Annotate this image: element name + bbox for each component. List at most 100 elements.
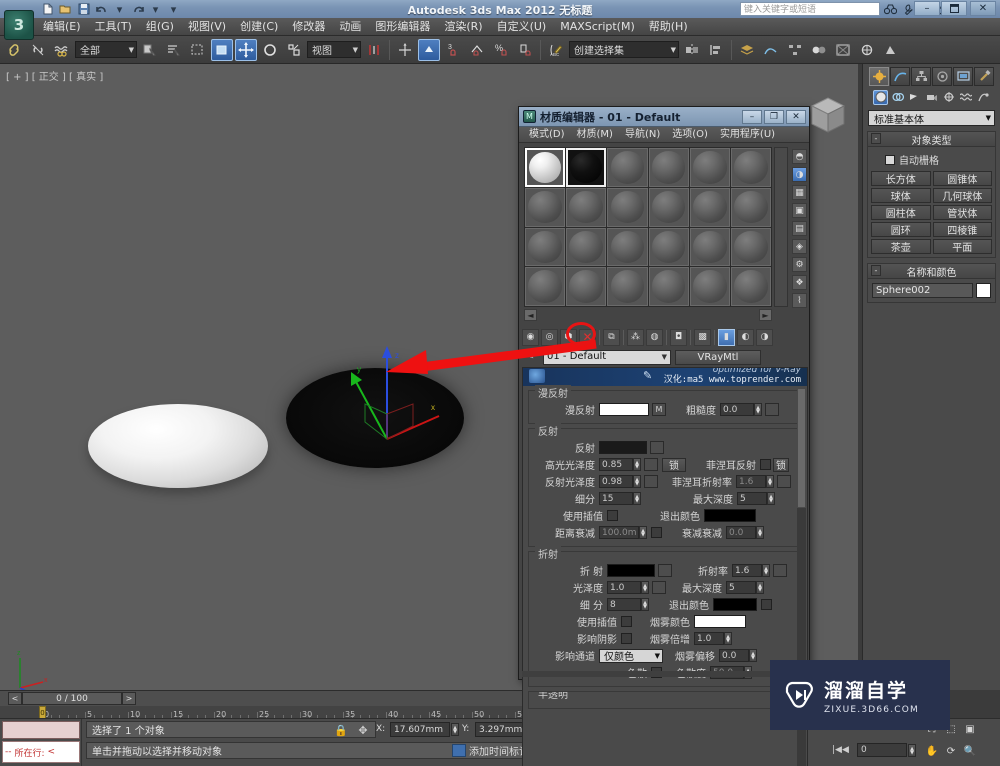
schematic-view-icon[interactable] — [784, 39, 806, 61]
x-coord-field[interactable]: 17.607mm — [390, 722, 450, 737]
refract-map-button[interactable] — [658, 564, 672, 577]
reflect-map-button[interactable] — [650, 441, 664, 454]
app-logo-icon[interactable]: 3 — [4, 10, 34, 40]
refract-color-swatch[interactable] — [607, 564, 655, 577]
material-slot[interactable] — [525, 148, 566, 187]
dim-fall-off-field[interactable]: 0.0 — [726, 526, 756, 539]
backlight-icon[interactable]: ◑ — [792, 167, 807, 182]
create-box-button[interactable]: 长方体 — [871, 171, 931, 186]
material-editor-close[interactable]: ✕ — [786, 109, 806, 124]
customize-qat-icon[interactable]: ▾ — [166, 2, 181, 17]
fog-bias-spinner[interactable]: ▲ ▼ — [749, 649, 757, 662]
current-frame-input[interactable]: 0 — [857, 743, 907, 757]
material-slot[interactable] — [730, 187, 771, 227]
fresnel-ior-spinner[interactable]: ▲ ▼ — [766, 475, 774, 488]
select-link-icon[interactable] — [3, 39, 25, 61]
snap-3d-icon[interactable]: 3 — [442, 39, 464, 61]
material-slot[interactable] — [607, 148, 648, 187]
glossiness-lock-button[interactable]: 锁 — [662, 457, 686, 472]
systems-subtab[interactable] — [975, 90, 990, 105]
material-editor-icon[interactable] — [808, 39, 830, 61]
refract-exit-color-checkbox[interactable] — [761, 599, 772, 610]
reflection-subdivs-field[interactable]: 15 — [599, 492, 633, 505]
refract-subdivs-field[interactable]: 8 — [607, 598, 641, 611]
material-slot[interactable] — [689, 148, 730, 187]
view-cube[interactable] — [806, 92, 850, 142]
hilight-glossiness-spinner[interactable]: ▲ ▼ — [633, 458, 641, 471]
material-slot[interactable] — [607, 187, 648, 227]
white-ellipsoid-object[interactable] — [88, 404, 268, 488]
slot-vertical-scrollbar[interactable] — [774, 147, 788, 307]
cameras-subtab[interactable] — [924, 90, 939, 105]
material-parameters-panel[interactable]: ✎ optimized for V-Ray 汉化:ma5 www.toprend… — [522, 367, 808, 766]
lights-subtab[interactable] — [907, 90, 922, 105]
fresnel-ior-field[interactable]: 1.6 — [736, 475, 766, 488]
material-slot[interactable] — [525, 267, 566, 306]
ior-map-button[interactable] — [773, 564, 787, 577]
fog-multiplier-field[interactable]: 1.0 — [694, 632, 724, 645]
spinner-snap-icon[interactable] — [514, 39, 536, 61]
create-pyramid-button[interactable]: 四棱锥 — [932, 222, 992, 237]
fresnel-lock-button[interactable]: 锁 — [773, 457, 789, 472]
selection-lock-icon[interactable]: 🔒 — [334, 723, 348, 737]
reflection-interpolation-checkbox[interactable] — [607, 510, 618, 521]
go-forward-to-sibling-icon[interactable]: ◑ — [756, 328, 773, 346]
selection-filter-dropdown[interactable]: 全部 ▼ — [75, 41, 137, 58]
open-file-icon[interactable] — [58, 2, 73, 17]
utilities-tab[interactable] — [974, 67, 994, 86]
render-production-icon[interactable] — [880, 39, 902, 61]
material-slot[interactable] — [607, 267, 648, 306]
maxscript-mini-listener[interactable]: -- 所在行: < — [0, 719, 82, 766]
prev-frame-button[interactable]: < — [8, 692, 22, 705]
percent-snap-icon[interactable]: % — [490, 39, 512, 61]
menu-item-create[interactable]: 创建(C) — [233, 18, 285, 36]
refract-glossiness-map-button[interactable] — [652, 581, 666, 594]
material-slot[interactable] — [648, 148, 689, 187]
show-end-result-icon[interactable]: ▮ — [718, 328, 735, 346]
mirror-icon[interactable] — [681, 39, 703, 61]
reflect-glossiness-map-button[interactable] — [644, 475, 658, 488]
refract-interpolation-checkbox[interactable] — [621, 616, 632, 627]
material-slot[interactable] — [525, 187, 566, 227]
go-to-parent-icon[interactable]: ◐ — [737, 328, 754, 346]
parameters-scrollbar-thumb[interactable] — [797, 388, 806, 508]
material-slot[interactable] — [689, 187, 730, 227]
menu-item-edit[interactable]: 编辑(E) — [36, 18, 88, 36]
material-editor-maximize[interactable]: ❐ — [764, 109, 784, 124]
wrench-icon[interactable] — [899, 2, 914, 16]
unlink-selection-icon[interactable] — [27, 39, 49, 61]
named-selection-set-dropdown[interactable]: 创建选择集 ▼ — [569, 41, 679, 58]
redo-icon[interactable] — [130, 2, 145, 17]
goto-start-icon[interactable]: |◀◀ — [832, 745, 849, 755]
collapse-icon[interactable]: - — [871, 265, 881, 276]
curve-editor-icon[interactable] — [760, 39, 782, 61]
maxscript-pink-pane[interactable] — [2, 721, 80, 739]
dim-distance-field[interactable]: 100.0m — [599, 526, 639, 539]
fresnel-ior-map-button[interactable] — [777, 475, 791, 488]
space-warps-subtab[interactable] — [958, 90, 973, 105]
fresnel-reflection-checkbox[interactable] — [760, 459, 771, 470]
refract-subdivs-spinner[interactable]: ▲ ▼ — [641, 598, 649, 611]
material-slot[interactable] — [730, 227, 771, 267]
roughness-spinner[interactable]: ▲ ▼ — [754, 403, 762, 416]
slot-horizontal-scroll[interactable]: ◄ ► — [524, 309, 772, 322]
diffuse-map-button[interactable]: M — [652, 403, 666, 416]
reference-coordinate-dropdown[interactable]: 视图 ▼ — [307, 41, 361, 58]
reflect-color-swatch[interactable] — [599, 441, 647, 454]
dim-distance-checkbox[interactable] — [651, 527, 662, 538]
menu-item-views[interactable]: 视图(V) — [181, 18, 233, 36]
helpers-subtab[interactable] — [941, 90, 956, 105]
object-category-dropdown[interactable]: 标准基本体 ▼ — [868, 110, 995, 126]
affect-shadows-checkbox[interactable] — [621, 633, 632, 644]
material-slot[interactable] — [607, 227, 648, 267]
object-type-header[interactable]: - 对象类型 — [868, 132, 995, 147]
make-unique-icon[interactable]: ⁂ — [627, 328, 644, 346]
snap-toggle-icon[interactable] — [394, 39, 416, 61]
maximize-viewport-icon[interactable]: ▣ — [962, 721, 978, 737]
me-menu-navigation[interactable]: 导航(N) — [619, 127, 666, 143]
roughness-map-button[interactable] — [765, 403, 779, 416]
reflect-glossiness-spinner[interactable]: ▲ ▼ — [633, 475, 641, 488]
scroll-left-icon[interactable]: ◄ — [524, 309, 537, 321]
fog-multiplier-spinner[interactable]: ▲ ▼ — [724, 632, 732, 645]
binoculars-icon[interactable] — [883, 2, 898, 16]
